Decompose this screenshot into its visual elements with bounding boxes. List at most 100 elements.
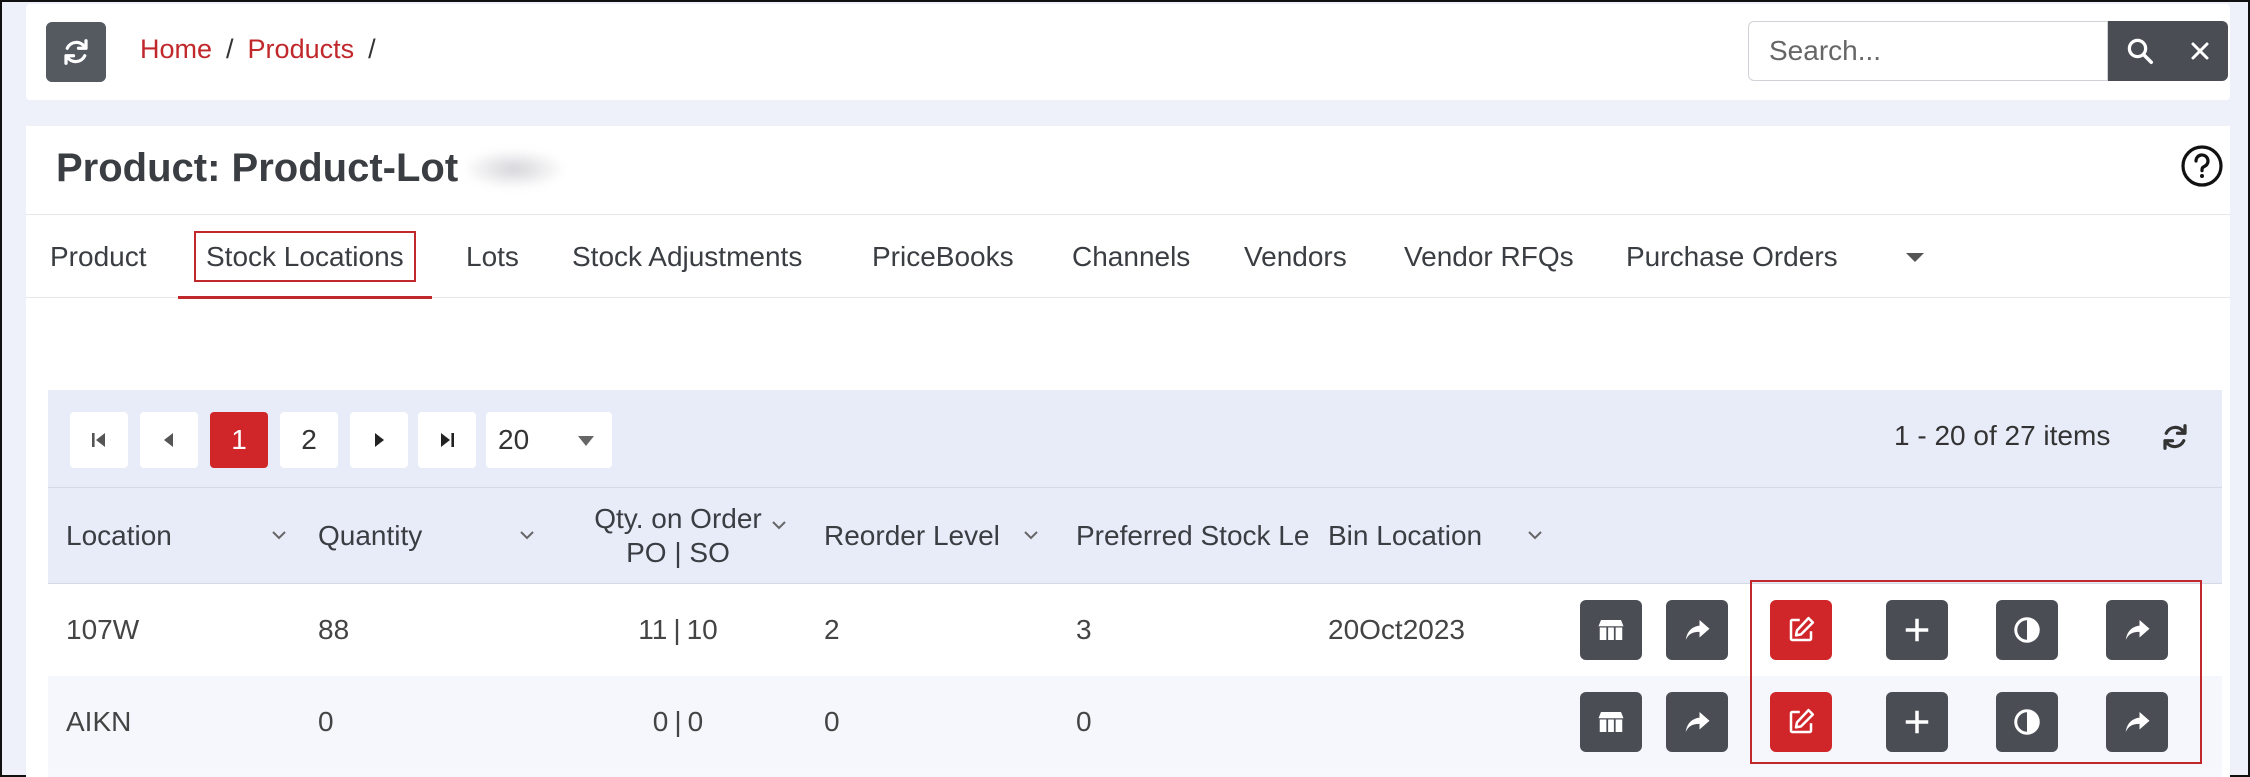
tab-vendors[interactable]: Vendors: [1244, 215, 1347, 299]
chevron-down-icon[interactable]: [1022, 528, 1040, 542]
cell-so: 10: [686, 614, 718, 645]
cell-po: 0: [652, 706, 669, 737]
add-button[interactable]: [1886, 692, 1948, 752]
forward-button[interactable]: [2106, 692, 2168, 752]
transfer-button[interactable]: [1666, 600, 1728, 660]
tab-vendor-rfqs[interactable]: Vendor RFQs: [1404, 215, 1574, 299]
column-header-line: PO | SO: [626, 537, 730, 568]
share-icon: [2125, 712, 2150, 732]
search-button[interactable]: [2125, 36, 2155, 66]
search-button-group: [2108, 21, 2228, 81]
cell-location: 107W: [66, 614, 140, 645]
redacted-text: [462, 148, 567, 189]
cell-quantity: 88: [318, 614, 350, 645]
warehouse-icon: [1598, 712, 1624, 732]
next-page-button[interactable]: [350, 412, 408, 468]
search-input[interactable]: [1748, 21, 2108, 81]
cell-quantity: 0: [318, 706, 334, 737]
tab-label: Vendor RFQs: [1404, 241, 1574, 272]
top-bar: Home / Products /: [26, 4, 2230, 100]
table-row: AIKN 0 0 | 0 0 0: [48, 676, 2222, 768]
tab-label: PriceBooks: [872, 241, 1014, 272]
warehouse-button[interactable]: [1580, 692, 1642, 752]
share-icon: [1685, 712, 1710, 732]
tab-purchase-orders[interactable]: Purchase Orders: [1626, 215, 1838, 299]
cell-reorder-level: 0: [824, 706, 840, 737]
first-page-button[interactable]: [70, 412, 128, 468]
cell-bin-location: 20Oct2023: [1328, 614, 1465, 645]
breadcrumb-separator: /: [368, 34, 376, 64]
close-icon: [2191, 42, 2208, 60]
page-title: Product: Product-Lot: [56, 146, 567, 191]
pager: 1 2 20 1 - 20 of 27 items: [48, 390, 2222, 488]
adjust-icon: [2014, 617, 2040, 643]
refresh-button[interactable]: [46, 22, 106, 82]
transfer-button[interactable]: [1666, 692, 1728, 752]
breadcrumb-separator: /: [226, 34, 234, 64]
column-header-location[interactable]: Location: [66, 488, 172, 584]
breadcrumb-products-link[interactable]: Products: [248, 34, 355, 65]
page-1-button[interactable]: 1: [210, 412, 268, 468]
last-page-icon: [441, 433, 454, 447]
column-header-quantity[interactable]: Quantity: [318, 488, 422, 584]
help-icon: [2181, 145, 2223, 187]
share-icon: [2125, 620, 2150, 640]
more-tabs-caret-icon[interactable]: [1906, 253, 1924, 262]
grid-refresh-button[interactable]: [2160, 422, 2190, 452]
tab-label: Lots: [466, 241, 519, 272]
chevron-down-icon[interactable]: [518, 528, 536, 542]
refresh-icon: [64, 39, 88, 65]
edit-button[interactable]: [1770, 600, 1832, 660]
adjust-button[interactable]: [1996, 692, 2058, 752]
page-title-text: Product: Product-Lot: [56, 146, 459, 190]
tab-label: Stock Locations: [194, 231, 416, 282]
dropdown-arrow-icon: [578, 436, 594, 446]
warehouse-icon: [1598, 620, 1624, 640]
cell-preferred-stock-level: 0: [1076, 706, 1092, 737]
tab-pricebooks[interactable]: PriceBooks: [872, 215, 1014, 299]
edit-icon: [1789, 708, 1815, 734]
tab-label: Product: [50, 241, 147, 272]
cell-preferred-stock-level: 3: [1076, 614, 1092, 645]
cell-so: 0: [687, 706, 704, 737]
cell-reorder-level: 2: [824, 614, 840, 645]
tab-channels[interactable]: Channels: [1072, 215, 1190, 299]
column-header-line: Qty. on Order: [594, 503, 762, 534]
prev-page-button[interactable]: [140, 412, 198, 468]
column-header-bin-location[interactable]: Bin Location: [1328, 488, 1482, 584]
adjust-icon: [2014, 709, 2040, 735]
breadcrumb-home-link[interactable]: Home: [140, 34, 212, 65]
column-header-qty-on-order[interactable]: Qty. on Order PO | SO: [568, 488, 788, 584]
pager-info: 1 - 20 of 27 items: [1894, 420, 2111, 451]
clear-search-button[interactable]: [2188, 39, 2212, 63]
help-button[interactable]: [2180, 144, 2224, 188]
last-page-button[interactable]: [418, 412, 476, 468]
chevron-down-icon[interactable]: [1526, 528, 1544, 542]
column-header-preferred-stock-level[interactable]: Preferred Stock Le: [1076, 488, 1312, 584]
cell-location: AIKN: [66, 706, 132, 737]
first-page-icon: [92, 433, 105, 447]
tab-stock-locations[interactable]: Stock Locations: [178, 215, 432, 299]
share-icon: [1685, 620, 1710, 640]
chevron-down-icon[interactable]: [270, 528, 288, 542]
edit-button[interactable]: [1770, 692, 1832, 752]
search-icon: [2127, 38, 2153, 64]
adjust-button[interactable]: [1996, 600, 2058, 660]
cell-qty-on-order: 0 | 0: [652, 706, 704, 737]
tab-product[interactable]: Product: [50, 215, 147, 299]
tab-lots[interactable]: Lots: [466, 215, 519, 299]
stock-locations-grid: 1 2 20 1 - 20 of 27 items Location Quant…: [48, 390, 2222, 777]
table-row: 107W 88 11 | 10 2 3 20Oct2023: [48, 584, 2222, 676]
chevron-down-icon[interactable]: [770, 518, 788, 532]
warehouse-button[interactable]: [1580, 600, 1642, 660]
add-button[interactable]: [1886, 600, 1948, 660]
edit-icon: [1789, 616, 1815, 642]
column-header-reorder-level[interactable]: Reorder Level: [824, 488, 1000, 584]
tab-stock-adjustments[interactable]: Stock Adjustments: [572, 215, 802, 299]
tab-label: Stock Adjustments: [572, 241, 803, 272]
cell-po: 11: [638, 614, 668, 645]
forward-button[interactable]: [2106, 600, 2168, 660]
cell-qty-on-order: 11 | 10: [638, 614, 718, 645]
page-2-button[interactable]: 2: [280, 412, 338, 468]
page-size-select[interactable]: 20: [486, 412, 612, 468]
